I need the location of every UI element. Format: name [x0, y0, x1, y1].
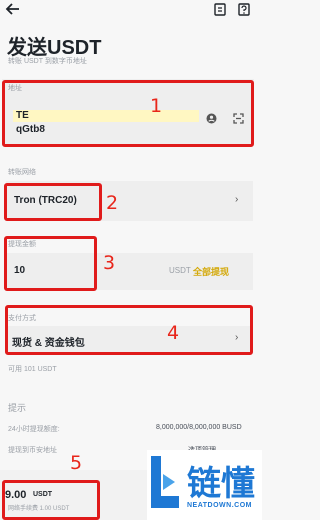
back-button[interactable]: [5, 2, 21, 16]
available-balance: 可用 101 USDT: [8, 366, 57, 373]
help-button[interactable]: [238, 3, 250, 16]
limit-label: 24小时提现额度:: [8, 426, 60, 433]
history-button[interactable]: [214, 3, 226, 16]
watermark: 链懂 NEATDOWN.COM: [147, 450, 262, 520]
amount-unit: USDT: [169, 266, 191, 275]
fee-highlight-box: [2, 480, 100, 520]
help-icon: [238, 3, 250, 16]
network-highlight-box: [4, 183, 102, 221]
tips-title: 提示: [8, 403, 27, 413]
page-subtitle: 转账 USDT 到数字币地址: [8, 58, 87, 65]
history-icon: [214, 3, 226, 16]
annotation-marker-5: 5: [70, 452, 83, 474]
watermark-url: NEATDOWN.COM: [187, 502, 252, 509]
withdraw-all-button[interactable]: 全部提现: [193, 265, 229, 278]
annotation-marker-3: 3: [103, 252, 116, 274]
chevron-right-icon: ›: [235, 194, 239, 205]
amount-highlight-box: [4, 236, 97, 291]
annotation-marker-4: 4: [167, 322, 180, 344]
watermark-text: 链懂: [187, 464, 255, 504]
payment-highlight-box: [5, 305, 253, 355]
network-label: 转账网络: [8, 169, 36, 176]
address-highlight-box: [2, 80, 254, 147]
annotation-marker-2: 2: [106, 192, 119, 214]
arrow-left-icon: [5, 3, 19, 15]
limit-value: 8,000,000/8,000,000 BUSD: [156, 424, 242, 431]
change-label: 提现到币安地址: [8, 447, 57, 454]
watermark-logo: [151, 456, 179, 508]
annotation-marker-1: 1: [150, 95, 163, 117]
